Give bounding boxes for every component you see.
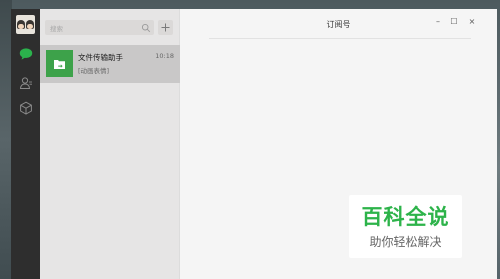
sidebar-rail (11, 9, 40, 279)
maximize-button[interactable]: ☐ (449, 17, 459, 27)
watermark-subtitle: 助你轻松解决 (369, 235, 442, 249)
search-placeholder: 搜索 (50, 24, 63, 33)
avatar[interactable] (16, 15, 35, 34)
contacts-icon[interactable] (19, 76, 33, 90)
plus-icon (161, 23, 170, 32)
chat-preview: [动画表情] (78, 67, 110, 75)
list-item[interactable]: 文件传输助手 10:18 [动画表情] (40, 45, 180, 83)
file-transfer-icon (46, 50, 73, 77)
chat-name: 文件传输助手 (78, 53, 123, 62)
minimize-button[interactable]: – (433, 17, 443, 27)
chat-time: 10:18 (155, 52, 174, 60)
divider (209, 38, 471, 39)
chat-list-panel: 搜索 文件传输助手 10:18 [动画表情] (40, 9, 180, 279)
watermark-title: 百科全说 (361, 205, 450, 229)
search-icon (141, 23, 151, 32)
close-button[interactable]: × (467, 17, 477, 27)
search-input[interactable]: 搜索 (45, 20, 154, 35)
favorites-icon[interactable] (19, 101, 33, 115)
add-button[interactable] (158, 20, 173, 35)
watermark: 百科全说 助你轻松解决 (349, 195, 462, 258)
chat-icon[interactable] (19, 47, 33, 61)
